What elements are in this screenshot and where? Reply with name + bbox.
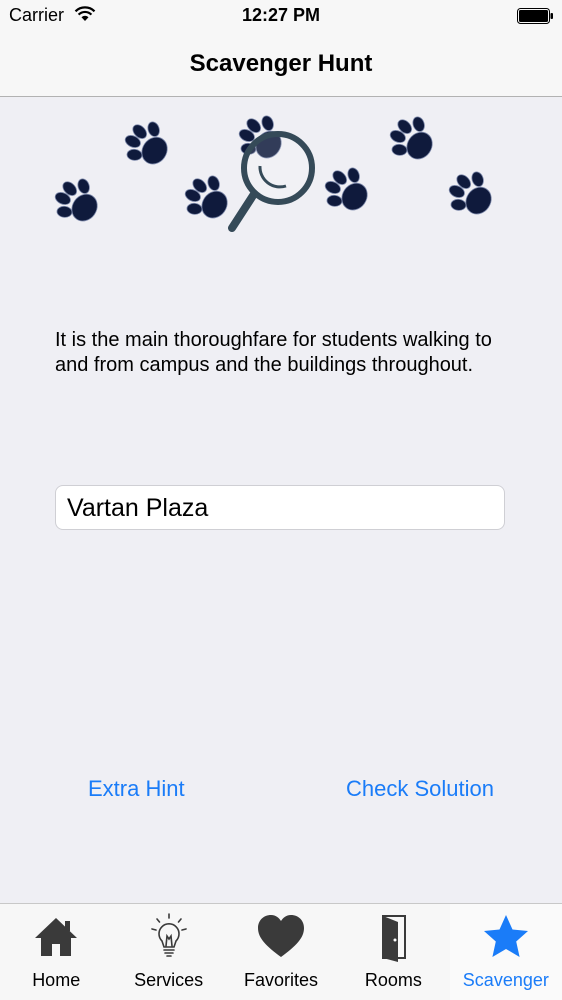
tab-label: Rooms	[364, 970, 422, 990]
tab-home[interactable]: Home	[0, 904, 112, 1000]
star-icon	[483, 915, 528, 957]
paw-print-icon	[438, 160, 504, 228]
answer-input[interactable]: Vartan Plaza	[55, 485, 505, 530]
tab-scavenger[interactable]: Scavenger	[449, 904, 562, 1000]
tab-services[interactable]: Services	[112, 904, 224, 1000]
paw-print-icon	[114, 110, 180, 178]
tab-label: Favorites	[244, 970, 319, 990]
scavenger-hero-graphic	[44, 108, 504, 235]
heart-icon	[258, 915, 305, 957]
home-icon	[35, 918, 78, 956]
paw-print-icon	[44, 167, 110, 235]
lightbulb-icon	[150, 913, 187, 957]
status-bar: Carrier 12:27 PM	[0, 0, 562, 34]
tab-rooms[interactable]: Rooms	[337, 904, 449, 1000]
battery-icon	[517, 8, 553, 24]
paw-print-icon	[379, 108, 445, 173]
page-title: Scavenger Hunt	[189, 50, 373, 77]
tab-label: Services	[134, 970, 204, 990]
tab-favorites[interactable]: Favorites	[225, 904, 337, 1000]
door-icon	[382, 915, 407, 962]
tab-bar: Home Services Favorites Rooms Scavenger	[0, 903, 562, 1000]
paw-print-icon	[174, 164, 240, 232]
clock: 12:27 PM	[241, 5, 321, 25]
extra-hint-button[interactable]: Extra Hint	[88, 776, 185, 802]
tab-label: Scavenger	[462, 970, 549, 990]
paw-print-icon	[314, 156, 380, 224]
tab-label: Home	[32, 970, 81, 990]
check-solution-button[interactable]: Check Solution	[346, 776, 494, 802]
navigation-bar: Scavenger Hunt	[0, 34, 562, 97]
clue-text: It is the main thoroughfare for students…	[55, 329, 492, 376]
